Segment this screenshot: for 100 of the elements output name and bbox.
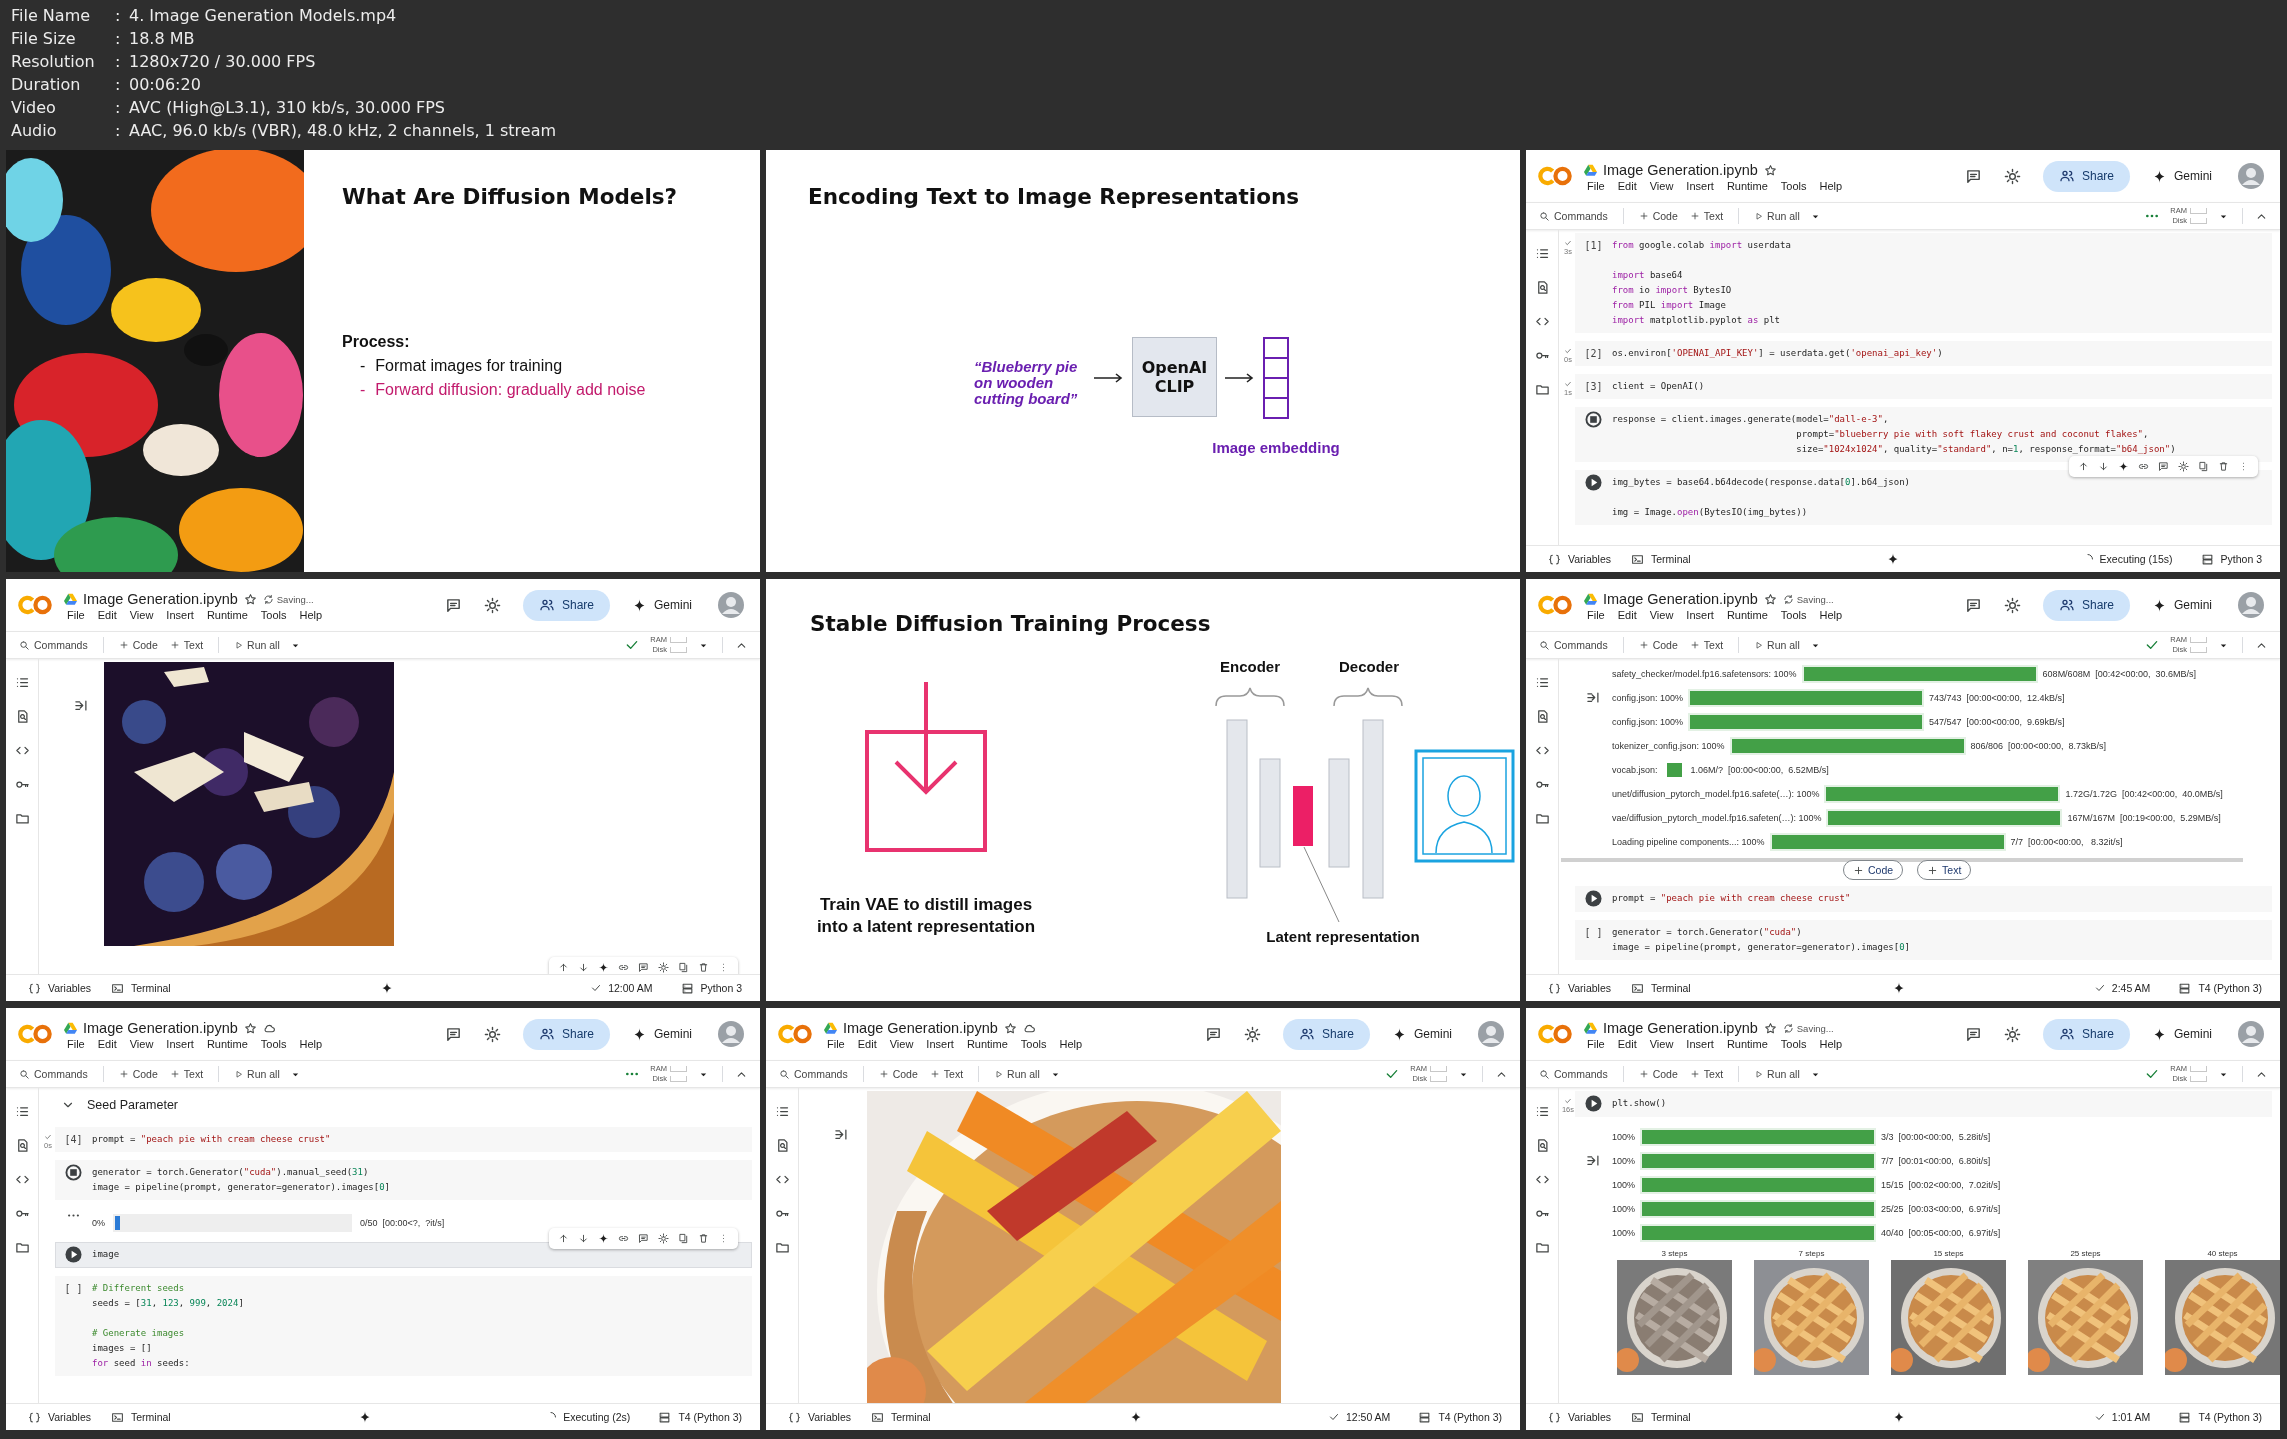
terminal-button[interactable]: Terminal [871,1410,931,1424]
gemini-button[interactable]: Gemini [1392,1026,1452,1042]
variables-button[interactable]: Variables [1548,1410,1611,1424]
add-code-button[interactable]: Code [1635,639,1681,651]
code-cell[interactable]: generator = torch.Generator("cuda").manual_seed(31) image = pipeline(prompt, generator=generator).images[0] [55,1160,752,1200]
comment-icon[interactable] [1964,167,1982,185]
notebook-title[interactable]: Image Generation.ipynb [83,1020,238,1036]
stop-button[interactable] [65,1164,82,1181]
commands-button[interactable]: Commands [1536,210,1611,222]
menu-item[interactable]: Tools [1020,1038,1047,1050]
star-icon[interactable] [1003,1021,1017,1035]
run-all-button[interactable]: Run all [991,1068,1043,1080]
folder-icon[interactable] [774,1240,790,1255]
list-icon[interactable] [14,1104,30,1119]
gemini-button[interactable]: Gemini [2152,168,2212,184]
code-cell[interactable]: img_bytes = base64.b64decode(response.data[0].b64_json) img = Image.open(BytesIO(img_bytes)) [1575,470,2272,525]
notebook-title[interactable]: Image Generation.ipynb [83,591,238,607]
menu-item[interactable]: Edit [857,1038,877,1050]
trash-icon[interactable] [698,962,709,973]
add-text-button[interactable]: Text [1686,1068,1727,1080]
terminal-button[interactable]: Terminal [111,981,171,995]
add-text-button[interactable]: Text [166,639,207,651]
settings-icon[interactable] [2178,461,2189,472]
stop-button[interactable] [1585,411,1602,428]
settings-icon[interactable] [658,962,669,973]
menu-item[interactable]: Runtime [1726,1038,1768,1050]
menu-item[interactable]: Insert [1686,180,1714,192]
comment-icon[interactable] [1964,1025,1982,1043]
menu-item[interactable]: File [1587,609,1605,621]
arrow-down-icon[interactable] [2098,461,2109,472]
list-icon[interactable] [774,1104,790,1119]
avatar[interactable] [718,592,744,618]
menu-item[interactable]: Tools [1780,180,1807,192]
notebook-title[interactable]: Image Generation.ipynb [1603,162,1758,178]
menu-item[interactable]: File [67,1038,85,1050]
menu-item[interactable]: Help [1819,1038,1843,1050]
menu-item[interactable]: Insert [166,609,194,621]
copy-icon[interactable] [678,1233,689,1244]
run-all-button[interactable]: Run all [231,639,283,651]
trash-icon[interactable] [698,1233,709,1244]
runtime-button[interactable]: T4 (Python 3) [2178,1410,2262,1424]
menu-item[interactable]: Help [299,1038,323,1050]
code-cell[interactable]: [ ] # Different seeds seeds = [31, 123, 999, 2024] # Generate images images = [] for seed in seeds: [55,1276,752,1376]
settings-icon[interactable] [483,596,501,614]
menu-item[interactable]: Insert [1686,609,1714,621]
add-code-button[interactable]: Code [875,1068,921,1080]
menu-item[interactable]: Insert [926,1038,954,1050]
sparkle-icon[interactable] [2118,461,2129,472]
menu-item[interactable]: Help [1819,180,1843,192]
menu-item[interactable]: Tools [260,609,287,621]
share-button[interactable]: Share [2042,160,2130,192]
settings-icon[interactable] [2003,596,2021,614]
code-cell[interactable]: [3] client = OpenAI() [1575,374,2272,399]
menu-item[interactable]: Edit [97,609,117,621]
folder-icon[interactable] [1534,811,1550,826]
arrow-up-icon[interactable] [558,962,569,973]
output-icon[interactable] [74,698,89,713]
avatar[interactable] [1478,1021,1504,1047]
sparkle-icon[interactable] [598,962,609,973]
link-icon[interactable] [618,962,629,973]
settings-icon[interactable] [658,1233,669,1244]
share-button[interactable]: Share [2042,589,2130,621]
settings-icon[interactable] [483,1025,501,1043]
menu-item[interactable]: Runtime [1726,609,1768,621]
variables-button[interactable]: Variables [788,1410,851,1424]
menu-item[interactable]: Help [1819,609,1843,621]
folder-icon[interactable] [14,1240,30,1255]
menu-item[interactable]: View [129,1038,154,1050]
star-icon[interactable] [1763,1021,1777,1035]
menu-item[interactable]: View [889,1038,914,1050]
output-icon[interactable] [834,1127,849,1142]
menu-item[interactable]: Tools [260,1038,287,1050]
star-icon[interactable] [1763,592,1777,606]
avatar[interactable] [718,1021,744,1047]
menu-item[interactable]: Runtime [1726,180,1768,192]
add-text-button[interactable]: Text [1686,210,1727,222]
arrow-up-icon[interactable] [558,1233,569,1244]
code-cell[interactable]: image [55,1242,752,1268]
add-text-button[interactable]: Text [166,1068,207,1080]
add-text-button[interactable]: Text [926,1068,967,1080]
avatar[interactable] [2238,592,2264,618]
runtime-button[interactable]: Python 3 [2200,552,2262,566]
settings-icon[interactable] [1243,1025,1261,1043]
notebook-title[interactable]: Image Generation.ipynb [1603,591,1758,607]
notebook-title[interactable]: Image Generation.ipynb [843,1020,998,1036]
menu-item[interactable]: File [1587,180,1605,192]
share-button[interactable]: Share [1282,1018,1370,1050]
share-button[interactable]: Share [2042,1018,2130,1050]
avatar[interactable] [2238,1021,2264,1047]
menu-item[interactable]: Edit [1617,1038,1637,1050]
notebook-title[interactable]: Image Generation.ipynb [1603,1020,1758,1036]
folder-icon[interactable] [1534,1240,1550,1255]
comment-icon[interactable] [1204,1025,1222,1043]
commands-button[interactable]: Commands [1536,1068,1611,1080]
folder-icon[interactable] [1534,382,1550,397]
menu-item[interactable]: Help [1059,1038,1083,1050]
menu-item[interactable]: File [67,609,85,621]
variables-button[interactable]: Variables [28,981,91,995]
commands-button[interactable]: Commands [1536,639,1611,651]
runtime-button[interactable]: T4 (Python 3) [658,1410,742,1424]
